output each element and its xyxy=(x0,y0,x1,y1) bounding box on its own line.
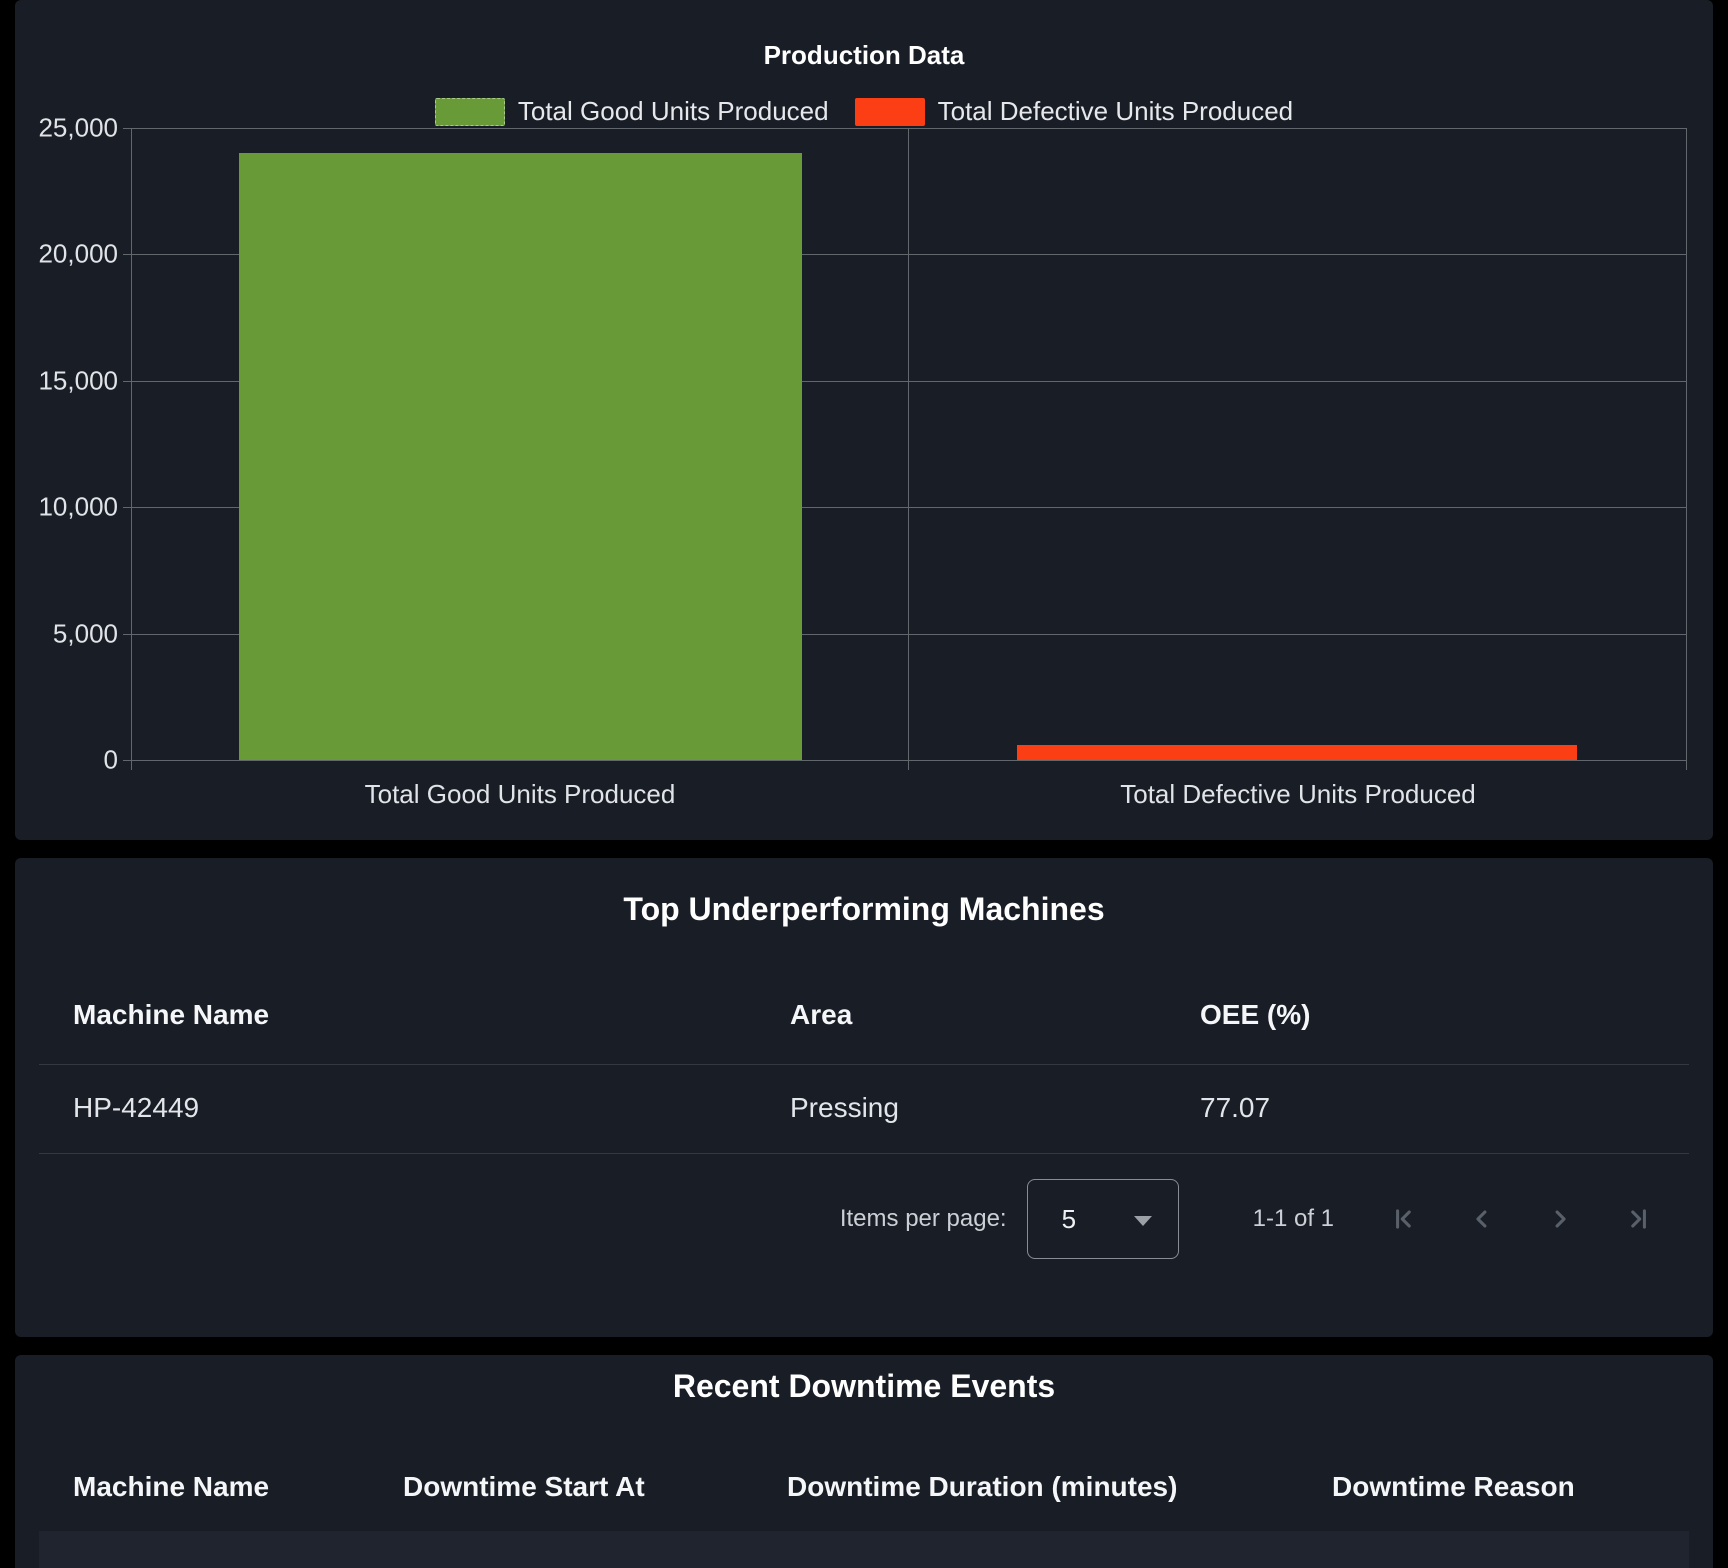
y-tick: 20,000 xyxy=(38,239,118,270)
chart-legend: Total Good Units Produced Total Defectiv… xyxy=(15,96,1713,127)
paginator-range-label: 1-1 of 1 xyxy=(1253,1205,1334,1233)
gridline xyxy=(908,128,909,770)
y-axis-tick-labels: 25,000 20,000 15,000 10,000 5,000 0 xyxy=(15,128,118,760)
machines-card-title: Top Underperforming Machines xyxy=(15,891,1713,928)
chart-plot-area xyxy=(131,128,1687,760)
column-header-downtime-reason: Downtime Reason xyxy=(1332,1471,1673,1503)
page-size-select[interactable]: 5 xyxy=(1027,1179,1179,1259)
bar-defective-units[interactable] xyxy=(1017,745,1577,760)
machines-table-header-row: Machine Name Area OEE (%) xyxy=(73,995,1673,1035)
column-header-machine-name: Machine Name xyxy=(73,1471,403,1503)
downtime-card-title: Recent Downtime Events xyxy=(15,1368,1713,1405)
legend-swatch-defective xyxy=(855,98,925,126)
cell-machine-name: HP-42449 xyxy=(73,1092,790,1124)
downtime-events-card: Recent Downtime Events Machine Name Down… xyxy=(15,1355,1713,1568)
chart-title: Production Data xyxy=(15,40,1713,71)
previous-page-button[interactable] xyxy=(1468,1205,1496,1233)
gridline xyxy=(123,128,1687,129)
chevron-down-icon xyxy=(1134,1216,1152,1226)
cell-area: Pressing xyxy=(790,1092,1200,1124)
legend-label: Total Defective Units Produced xyxy=(938,96,1294,127)
x-axis-labels: Total Good Units Produced Total Defectiv… xyxy=(131,779,1687,810)
legend-label: Total Good Units Produced xyxy=(518,96,829,127)
column-header-area: Area xyxy=(790,999,1200,1031)
last-page-button[interactable] xyxy=(1624,1205,1652,1233)
legend-item-good-units[interactable]: Total Good Units Produced xyxy=(435,96,829,127)
items-per-page-label: Items per page: xyxy=(840,1205,1007,1233)
column-header-downtime-duration: Downtime Duration (minutes) xyxy=(787,1471,1332,1503)
y-tick: 25,000 xyxy=(38,113,118,144)
paginator: Items per page: 5 1-1 of 1 xyxy=(840,1179,1652,1259)
x-label-good-units: Total Good Units Produced xyxy=(131,779,909,810)
dashboard: Production Data Total Good Units Produce… xyxy=(0,0,1728,1568)
y-tick: 10,000 xyxy=(38,492,118,523)
page-size-value: 5 xyxy=(1062,1204,1076,1235)
production-chart-card: Production Data Total Good Units Produce… xyxy=(15,0,1713,840)
legend-swatch-good xyxy=(435,98,505,126)
x-label-defective-units: Total Defective Units Produced xyxy=(909,779,1687,810)
column-header-machine-name: Machine Name xyxy=(73,999,790,1031)
y-tick: 15,000 xyxy=(38,365,118,396)
divider xyxy=(39,1064,1689,1065)
next-page-button[interactable] xyxy=(1546,1205,1574,1233)
table-row: HP-42449 Pressing 77.07 xyxy=(73,1088,1673,1128)
gridline xyxy=(1686,128,1687,770)
underperforming-machines-card: Top Underperforming Machines Machine Nam… xyxy=(15,858,1713,1337)
table-row xyxy=(39,1531,1689,1568)
gridline xyxy=(123,760,1687,761)
first-page-icon xyxy=(1390,1205,1418,1233)
last-page-icon xyxy=(1624,1205,1652,1233)
chevron-left-icon xyxy=(1468,1205,1496,1233)
column-header-downtime-start: Downtime Start At xyxy=(403,1471,787,1503)
cell-oee: 77.07 xyxy=(1200,1092,1673,1124)
bar-good-units[interactable] xyxy=(239,153,802,760)
y-axis-line xyxy=(131,128,132,770)
first-page-button[interactable] xyxy=(1390,1205,1418,1233)
divider xyxy=(39,1153,1689,1154)
y-tick: 0 xyxy=(104,745,118,776)
downtime-table-header-row: Machine Name Downtime Start At Downtime … xyxy=(73,1467,1673,1507)
column-header-oee: OEE (%) xyxy=(1200,999,1673,1031)
legend-item-defective-units[interactable]: Total Defective Units Produced xyxy=(855,96,1294,127)
chevron-right-icon xyxy=(1546,1205,1574,1233)
y-tick: 5,000 xyxy=(53,618,118,649)
